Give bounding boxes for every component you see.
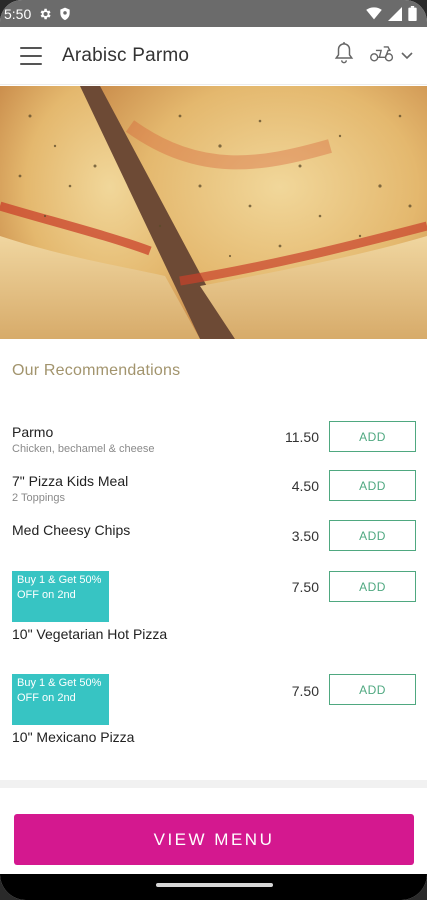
item-name: 7" Pizza Kids Meal xyxy=(12,473,129,489)
hamburger-menu-icon[interactable] xyxy=(20,46,42,65)
scooter-delivery-icon[interactable] xyxy=(369,43,395,68)
shield-icon xyxy=(59,7,71,21)
item-name: 10" Vegetarian Hot Pizza xyxy=(12,626,168,642)
item-name: Parmo xyxy=(12,424,54,440)
bell-icon[interactable] xyxy=(333,41,355,70)
item-name: 10" Mexicano Pizza xyxy=(12,729,135,745)
promo-badge: Buy 1 & Get 50% OFF on 2nd xyxy=(12,571,109,622)
status-right xyxy=(366,6,417,21)
status-left: 5:50 xyxy=(4,6,71,22)
hero-pizza-image xyxy=(0,86,427,339)
settings-icon xyxy=(38,7,52,21)
battery-icon xyxy=(408,6,417,21)
view-menu-button[interactable]: VIEW MENU xyxy=(14,814,414,865)
add-button[interactable]: ADD xyxy=(329,571,416,602)
item-price: 11.50 xyxy=(285,429,319,445)
add-button[interactable]: ADD xyxy=(329,520,416,551)
home-gesture-handle[interactable] xyxy=(156,883,273,887)
promo-badge: Buy 1 & Get 50% OFF on 2nd xyxy=(12,674,109,725)
wifi-icon xyxy=(366,7,382,20)
item-price: 3.50 xyxy=(291,528,319,544)
item-description: Chicken, bechamel & cheese xyxy=(12,443,155,455)
chevron-down-icon[interactable] xyxy=(401,47,413,65)
add-button[interactable]: ADD xyxy=(329,421,416,452)
section-divider xyxy=(0,780,427,788)
system-navigation-bar xyxy=(0,874,427,900)
item-description: 2 Toppings xyxy=(12,492,66,504)
app-bar: Arabisc Parmo xyxy=(0,27,427,85)
item-price: 4.50 xyxy=(291,478,319,494)
item-name: Med Cheesy Chips xyxy=(12,522,131,538)
add-button[interactable]: ADD xyxy=(329,470,416,501)
add-button[interactable]: ADD xyxy=(329,674,416,705)
signal-icon xyxy=(388,6,402,21)
status-time: 5:50 xyxy=(4,5,32,22)
section-title: Our Recommendations xyxy=(12,362,181,379)
app-title: Arabisc Parmo xyxy=(62,44,190,66)
item-price: 7.50 xyxy=(291,683,319,699)
item-price: 7.50 xyxy=(291,579,319,595)
phone-screen: 5:50 Arabisc Parmo Our Recommendations P… xyxy=(0,0,427,900)
status-bar: 5:50 xyxy=(0,0,427,27)
